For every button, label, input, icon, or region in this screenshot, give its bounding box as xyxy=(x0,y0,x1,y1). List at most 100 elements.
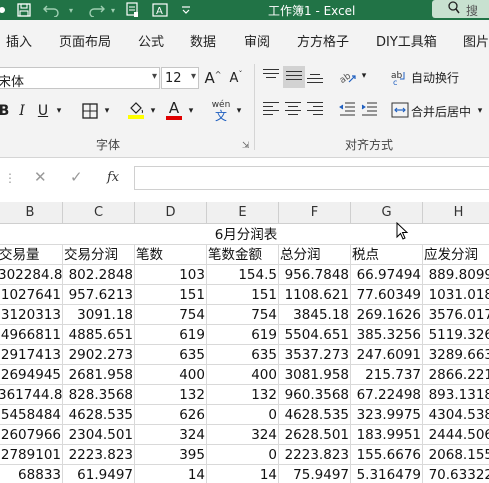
underline-button[interactable]: U xyxy=(34,100,52,122)
table-cell[interactable]: 635 xyxy=(207,345,279,365)
header-cell[interactable]: 交易分润 xyxy=(63,245,135,265)
table-cell[interactable]: 14 xyxy=(135,465,207,483)
autosave-toggle[interactable] xyxy=(0,1,10,19)
table-cell[interactable]: 1027641 xyxy=(0,285,63,305)
table-cell[interactable]: 626 xyxy=(135,405,207,425)
table-cell[interactable]: 2917413 xyxy=(0,345,63,365)
table-cell[interactable]: 2694945 xyxy=(0,365,63,385)
table-cell[interactable]: 1031.018 xyxy=(423,285,489,305)
merge-dropdown-icon[interactable]: ▾ xyxy=(474,100,486,122)
header-cell[interactable]: 交易量 xyxy=(0,245,63,265)
table-cell[interactable]: 2866.221 xyxy=(423,365,489,385)
table-cell[interactable]: 5504.651 xyxy=(279,325,351,345)
table-cell[interactable]: 385.3256 xyxy=(351,325,423,345)
table-cell[interactable]: 14 xyxy=(207,465,279,483)
table-cell[interactable]: 269.1626 xyxy=(351,305,423,325)
table-cell[interactable]: 802.2848 xyxy=(63,265,135,285)
table-cell[interactable]: 957.6213 xyxy=(63,285,135,305)
table-cell[interactable]: 183.9951 xyxy=(351,425,423,445)
header-cell[interactable]: 总分润 xyxy=(279,245,351,265)
table-cell[interactable]: 77.60349 xyxy=(351,285,423,305)
table-cell[interactable]: 2628.501 xyxy=(279,425,351,445)
align-left-button[interactable] xyxy=(262,100,280,118)
align-middle-button[interactable] xyxy=(283,66,305,88)
fill-color-button[interactable] xyxy=(126,98,146,122)
table-cell[interactable]: 67.22498 xyxy=(351,385,423,405)
tab-page-layout[interactable]: 页面布局 xyxy=(59,31,111,50)
worksheet-grid[interactable]: B C D E F G H 6月分润表 交易量 交易分润 笔数 笔数金额 总分润 税点 应发分润 302284… xyxy=(0,200,489,483)
borders-dropdown-icon[interactable]: ▾ xyxy=(101,100,113,122)
table-cell[interactable]: 155.6676 xyxy=(351,445,423,465)
table-cell[interactable]: 635 xyxy=(135,345,207,365)
table-cell[interactable]: 754 xyxy=(135,305,207,325)
formula-input[interactable] xyxy=(134,166,489,190)
font-dialog-launcher-icon[interactable]: ⇲ xyxy=(242,141,250,151)
column-header-h[interactable]: H xyxy=(423,202,489,224)
table-cell[interactable]: 361744.8 xyxy=(0,385,63,405)
table-cell[interactable]: 61.9497 xyxy=(63,465,135,483)
decrease-font-button[interactable]: Aˇ xyxy=(226,67,246,89)
table-cell[interactable]: 4966811 xyxy=(0,325,63,345)
table-cell[interactable]: 828.3568 xyxy=(63,385,135,405)
tab-fangfang[interactable]: 方方格子 xyxy=(297,31,349,50)
font-name-combo[interactable]: 宋体 ▾ xyxy=(0,67,160,90)
underline-dropdown-icon[interactable]: ▾ xyxy=(53,100,65,122)
header-cell[interactable]: 笔数金额 xyxy=(207,245,279,265)
cancel-icon[interactable]: ✕ xyxy=(34,168,47,186)
table-cell[interactable]: 2444.506 xyxy=(423,425,489,445)
table-cell[interactable]: 3537.273 xyxy=(279,345,351,365)
align-bottom-button[interactable] xyxy=(306,67,324,85)
enter-icon[interactable]: ✓ xyxy=(70,168,83,186)
table-cell[interactable]: 215.737 xyxy=(351,365,423,385)
table-cell[interactable]: 66.97494 xyxy=(351,265,423,285)
table-cell[interactable]: 0 xyxy=(207,445,279,465)
decrease-indent-button[interactable] xyxy=(338,100,356,118)
table-cell[interactable]: 2789101 xyxy=(0,445,63,465)
phonetic-button[interactable]: wén 文 xyxy=(207,98,235,124)
format-painter-icon[interactable] xyxy=(122,1,142,19)
table-cell[interactable]: 5119.326 xyxy=(423,325,489,345)
table-cell[interactable]: 103 xyxy=(135,265,207,285)
table-cell[interactable]: 70.63322 xyxy=(423,465,489,483)
tab-diy-toolbox[interactable]: DIY工具箱 xyxy=(376,31,437,50)
tab-data[interactable]: 数据 xyxy=(190,31,216,50)
font-color-button[interactable]: A xyxy=(164,98,184,122)
table-cell[interactable]: 3120313 xyxy=(0,305,63,325)
table-cell[interactable]: 4628.535 xyxy=(279,405,351,425)
align-center-button[interactable] xyxy=(284,100,302,118)
phonetic-dropdown-icon[interactable]: ▾ xyxy=(234,100,244,122)
table-cell[interactable]: 302284.8 xyxy=(0,265,63,285)
table-cell[interactable]: 247.6091 xyxy=(351,345,423,365)
orientation-button[interactable]: ab xyxy=(337,66,359,88)
merge-center-button[interactable]: 合并后居中 xyxy=(411,103,471,120)
column-header-f[interactable]: F xyxy=(279,202,351,224)
table-cell[interactable]: 2223.823 xyxy=(63,445,135,465)
tab-insert[interactable]: 插入 xyxy=(6,31,32,50)
redo-icon[interactable] xyxy=(84,1,108,19)
table-cell[interactable]: 75.9497 xyxy=(279,465,351,483)
table-cell[interactable]: 395 xyxy=(135,445,207,465)
table-cell[interactable]: 2304.501 xyxy=(63,425,135,445)
bold-button[interactable]: B xyxy=(0,100,10,122)
table-cell[interactable]: 0 xyxy=(207,405,279,425)
table-cell[interactable]: 4628.535 xyxy=(63,405,135,425)
text-box-icon[interactable]: A xyxy=(150,1,170,19)
table-cell[interactable]: 3091.18 xyxy=(63,305,135,325)
table-cell[interactable]: 2068.155 xyxy=(423,445,489,465)
header-cell[interactable]: 应发分润 xyxy=(423,245,489,265)
table-cell[interactable]: 1108.621 xyxy=(279,285,351,305)
undo-dropdown-icon[interactable]: ▾ xyxy=(66,1,76,19)
font-color-dropdown-icon[interactable]: ▾ xyxy=(185,100,197,122)
table-cell[interactable]: 68833 xyxy=(0,465,63,483)
resize-handle-icon[interactable]: ⋮ xyxy=(4,171,16,185)
sheet-title[interactable]: 6月分润表 xyxy=(0,225,489,245)
table-cell[interactable]: 3289.663 xyxy=(423,345,489,365)
table-cell[interactable]: 3845.18 xyxy=(279,305,351,325)
borders-button[interactable] xyxy=(80,100,100,122)
table-cell[interactable]: 2607966 xyxy=(0,425,63,445)
table-cell[interactable]: 4885.651 xyxy=(63,325,135,345)
redo-dropdown-icon[interactable]: ▾ xyxy=(108,1,118,19)
tab-review[interactable]: 审阅 xyxy=(244,31,270,50)
align-right-button[interactable] xyxy=(306,100,324,118)
table-cell[interactable]: 2223.823 xyxy=(279,445,351,465)
